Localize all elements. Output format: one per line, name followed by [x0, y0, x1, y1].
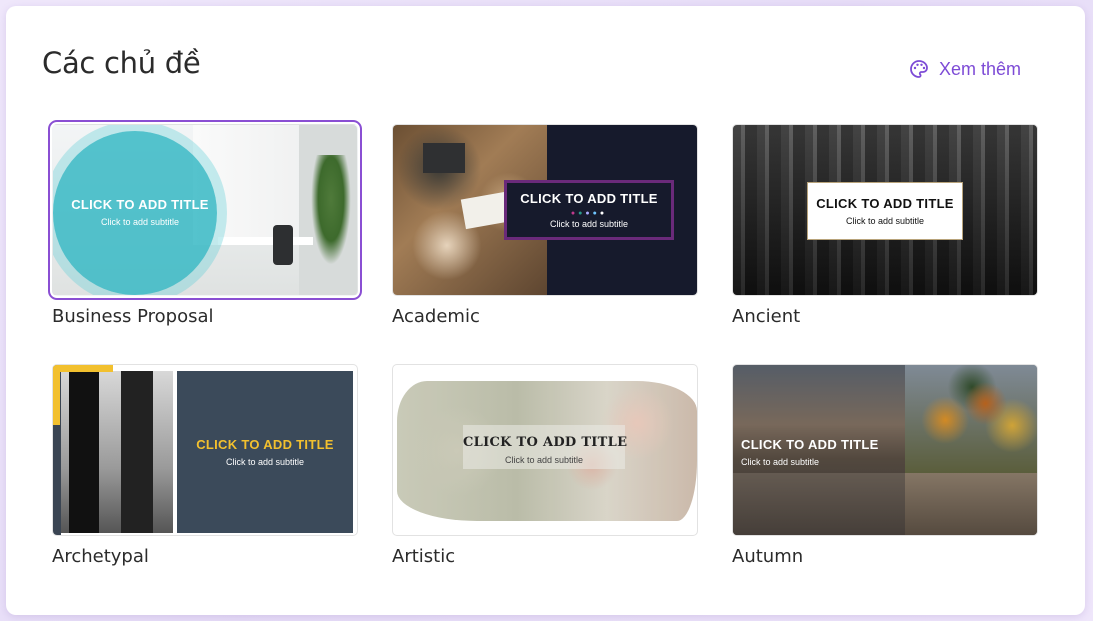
- preview-subtitle: Click to add subtitle: [845, 216, 925, 226]
- dots-decoration: ●●●●●: [570, 210, 608, 217]
- theme-name: Archetypal: [52, 546, 149, 567]
- preview-subtitle: Click to add subtitle: [100, 217, 180, 227]
- theme-card-business-proposal[interactable]: CLICK TO ADD TITLE Click to add subtitle…: [48, 120, 362, 327]
- theme-preview: CLICK TO ADD TITLE Click to add subtitle: [52, 364, 358, 536]
- see-more-label: Xem thêm: [939, 58, 1022, 79]
- theme-name: Ancient: [732, 306, 801, 327]
- preview-subtitle: Click to add subtitle: [741, 457, 820, 467]
- theme-name: Autumn: [732, 546, 804, 567]
- preview-subtitle: Click to add subtitle: [225, 457, 305, 467]
- see-more-link[interactable]: Xem thêm: [909, 57, 1021, 81]
- theme-card-ancient[interactable]: CLICK TO ADD TITLE Click to add subtitle…: [732, 124, 1038, 327]
- theme-name: Artistic: [392, 546, 456, 567]
- theme-card-archetypal[interactable]: CLICK TO ADD TITLE Click to add subtitle…: [52, 364, 358, 567]
- preview-title: CLICK TO ADD TITLE: [816, 196, 954, 211]
- preview-subtitle: Click to add subtitle: [504, 455, 584, 465]
- preview-title: CLICK TO ADD TITLE: [71, 197, 209, 212]
- theme-preview: CLICK TO ADD TITLE Click to add subtitle: [732, 364, 1038, 536]
- preview-title: CLICK TO ADD TITLE: [196, 437, 334, 452]
- theme-preview: CLICK TO ADD TITLE Click to add subtitle: [392, 364, 698, 536]
- theme-name: Academic: [392, 306, 480, 327]
- page-title: Các chủ đề: [42, 46, 201, 80]
- theme-preview: CLICK TO ADD TITLE ●●●●● Click to add su…: [392, 124, 698, 296]
- theme-card-artistic[interactable]: CLICK TO ADD TITLE Click to add subtitle…: [392, 364, 698, 567]
- theme-preview: CLICK TO ADD TITLE Click to add subtitle: [732, 124, 1038, 296]
- theme-card-academic[interactable]: CLICK TO ADD TITLE ●●●●● Click to add su…: [392, 124, 698, 327]
- theme-preview: CLICK TO ADD TITLE Click to add subtitle: [48, 120, 362, 300]
- preview-title: CLICK TO ADD TITLE: [463, 435, 628, 450]
- theme-name: Business Proposal: [52, 306, 214, 327]
- theme-card-autumn[interactable]: CLICK TO ADD TITLE Click to add subtitle…: [732, 364, 1038, 567]
- themes-panel: Các chủ đề Xem thêm CLICK TO ADD TITLE C…: [6, 6, 1085, 615]
- preview-title: CLICK TO ADD TITLE: [520, 191, 658, 206]
- palette-icon: [910, 60, 928, 78]
- preview-title: CLICK TO ADD TITLE: [741, 437, 879, 452]
- preview-subtitle: Click to add subtitle: [549, 219, 629, 229]
